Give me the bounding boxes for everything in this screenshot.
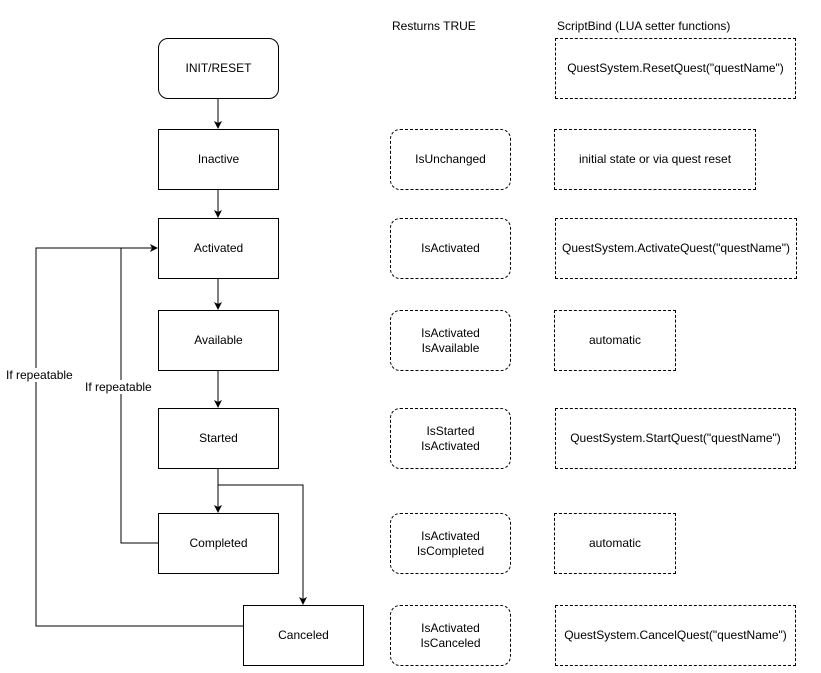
returns-canceled: IsActivated IsCanceled xyxy=(390,605,511,666)
state-activated: Activated xyxy=(158,218,279,279)
script-canceled: QuestSystem.CancelQuest("questName") xyxy=(555,605,796,666)
returns-activated: IsActivated xyxy=(390,218,511,279)
returns-inactive: IsUnchanged xyxy=(390,129,511,190)
header-returns-true: Resturns TRUE xyxy=(392,19,476,33)
state-started: Started xyxy=(158,408,279,469)
state-canceled: Canceled xyxy=(243,605,364,666)
script-started: QuestSystem.StartQuest("questName") xyxy=(555,408,796,469)
state-completed: Completed xyxy=(158,513,279,574)
edge-label-completed-loop: If repeatable xyxy=(84,380,153,394)
script-activated: QuestSystem.ActivateQuest("questName") xyxy=(555,218,797,279)
edge-label-canceled-loop: If repeatable xyxy=(5,368,74,382)
script-inactive: initial state or via quest reset xyxy=(554,129,756,190)
script-completed: automatic xyxy=(554,513,676,574)
state-inactive: Inactive xyxy=(158,129,279,190)
header-script-bind: ScriptBind (LUA setter functions) xyxy=(557,19,731,33)
returns-started: IsStarted IsActivated xyxy=(390,408,511,469)
script-available: automatic xyxy=(554,310,676,371)
edge-completed-activated xyxy=(120,248,158,544)
script-init: QuestSystem.ResetQuest("questName") xyxy=(555,38,796,99)
state-init-reset: INIT/RESET xyxy=(158,38,279,99)
returns-available: IsActivated IsAvailable xyxy=(390,310,511,371)
state-available: Available xyxy=(158,310,279,371)
returns-completed: IsActivated IsCompleted xyxy=(390,513,511,574)
